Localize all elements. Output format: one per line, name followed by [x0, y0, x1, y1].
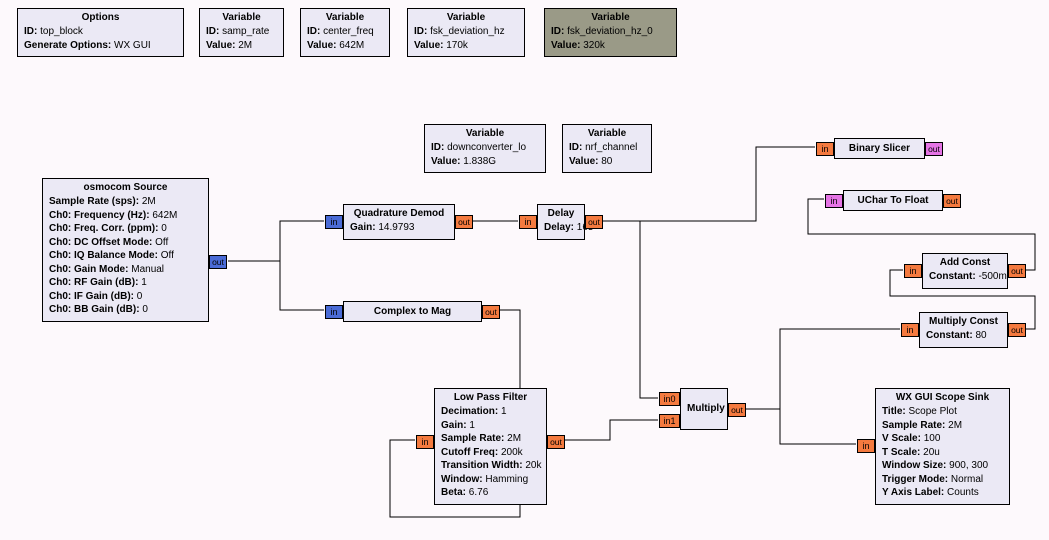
port-in[interactable]: in	[325, 305, 343, 319]
port-out[interactable]: out	[1008, 323, 1026, 337]
port-out[interactable]: out	[925, 142, 943, 156]
variable-nrf-channel[interactable]: Variable ID: nrf_channel Value: 80	[562, 124, 652, 173]
low-pass-filter-block[interactable]: Low Pass Filter Decimation: 1 Gain: 1 Sa…	[434, 388, 547, 505]
port-out[interactable]: out	[728, 403, 746, 417]
delay-block[interactable]: Delay Delay: 165 in out	[537, 204, 585, 240]
port-out[interactable]: out	[547, 435, 565, 449]
variable-downconverter[interactable]: Variable ID: downconverter_lo Value: 1.8…	[424, 124, 546, 173]
complex-to-mag-block[interactable]: Complex to Mag in out	[343, 301, 482, 322]
port-in[interactable]: in	[519, 215, 537, 229]
port-in[interactable]: in	[901, 323, 919, 337]
port-in[interactable]: in	[325, 215, 343, 229]
port-in[interactable]: in	[416, 435, 434, 449]
multiply-const-block[interactable]: Multiply Const Constant: 80 in out	[919, 312, 1008, 348]
port-out[interactable]: out	[1008, 264, 1026, 278]
port-out[interactable]: out	[209, 255, 227, 269]
uchar-to-float-block[interactable]: UChar To Float in out	[843, 190, 943, 211]
port-out[interactable]: out	[482, 305, 500, 319]
variable-fsk-deviation[interactable]: Variable ID: fsk_deviation_hz Value: 170…	[407, 8, 525, 57]
port-in[interactable]: in	[816, 142, 834, 156]
port-in[interactable]: in	[825, 194, 843, 208]
block-title: Options	[24, 12, 177, 23]
port-in0[interactable]: in0	[659, 392, 680, 406]
osmocom-source-block[interactable]: osmocom Source Sample Rate (sps): 2M Ch0…	[42, 178, 209, 322]
variable-fsk-deviation-0[interactable]: Variable ID: fsk_deviation_hz_0 Value: 3…	[544, 8, 677, 57]
quadrature-demod-block[interactable]: Quadrature Demod Gain: 14.9793 in out	[343, 204, 455, 240]
multiply-block[interactable]: Multiply in0 in1 out	[680, 388, 728, 430]
variable-samp-rate[interactable]: Variable ID: samp_rate Value: 2M	[199, 8, 284, 57]
options-block[interactable]: Options ID: top_block Generate Options: …	[17, 8, 184, 57]
port-out[interactable]: out	[585, 215, 603, 229]
port-in[interactable]: in	[857, 439, 875, 453]
port-out[interactable]: out	[943, 194, 961, 208]
port-out[interactable]: out	[455, 215, 473, 229]
wx-scope-sink-block[interactable]: WX GUI Scope Sink Title: Scope Plot Samp…	[875, 388, 1010, 505]
add-const-block[interactable]: Add Const Constant: -500m in out	[922, 253, 1008, 289]
port-in1[interactable]: in1	[659, 414, 680, 428]
variable-center-freq[interactable]: Variable ID: center_freq Value: 642M	[300, 8, 390, 57]
binary-slicer-block[interactable]: Binary Slicer in out	[834, 138, 925, 159]
port-in[interactable]: in	[904, 264, 922, 278]
